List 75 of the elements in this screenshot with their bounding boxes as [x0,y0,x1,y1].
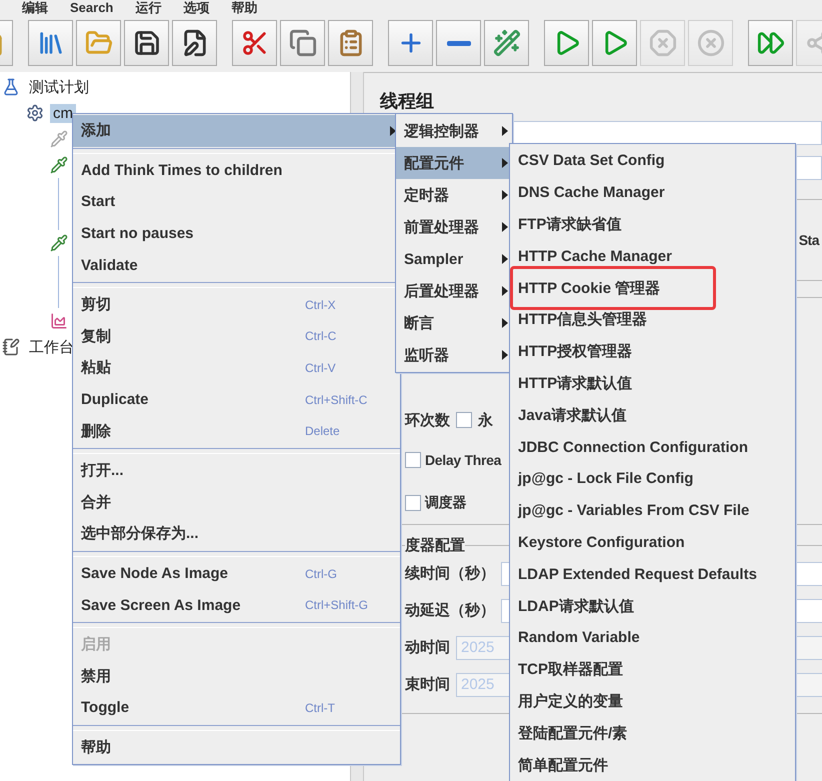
checkbox-label: 调度器 [425,494,466,512]
gear-icon [26,104,44,122]
fast-forward-icon [756,29,784,57]
tree-item[interactable]: 测试计划 [26,76,92,98]
menu-item[interactable]: JDBC Connection Configuration [510,431,795,463]
shortcut-text: Ctrl-V [305,360,336,375]
menu-item[interactable]: jp@gc - Variables From CSV File [510,494,795,527]
menu-item[interactable]: 选中部分保存为... [73,518,400,550]
toolbar-button[interactable] [172,20,217,66]
menu-item[interactable]: Save Screen As Image Ctrl+Shift-G [73,589,400,621]
cross-icon [696,29,724,57]
checkbox[interactable] [456,412,472,428]
pipette-icon [50,156,68,174]
checkbox-label: 永 [478,410,493,430]
menu-title[interactable]: 帮助 [231,0,258,16]
menu-item[interactable]: Save Node As Image Ctrl-G [73,558,400,590]
menu-title[interactable]: 选项 [183,0,210,16]
shortcut-text: Ctrl-T [305,700,335,715]
toolbar-button[interactable] [124,20,169,66]
menu-item[interactable]: HTTP授权管理器 [510,336,795,368]
chart-icon [50,312,68,330]
checkbox[interactable] [405,452,421,468]
menu-item[interactable]: CSV Data Set Config [510,145,795,177]
tree-item[interactable]: cm [50,104,76,122]
minus-icon [446,40,470,46]
shortcut-text: Ctrl+Shift-C [305,392,368,407]
field-label: 束时间 [405,675,450,694]
menu-item[interactable]: LDAP请求默认值 [510,590,795,622]
menu-item[interactable]: 帮助 [73,732,400,764]
menu-item[interactable]: Java请求默认值 [510,399,795,432]
menu-item[interactable]: TCP取样器配置 [510,654,795,686]
shortcut-text: Ctrl-X [305,298,336,312]
field-label: 动延迟（秒） [405,601,495,620]
shortcut-text: Ctrl-C [305,329,336,344]
stop-icon [648,29,676,57]
menu-item[interactable]: 简单配置元件 [510,749,795,781]
menu-item[interactable]: Toggle Ctrl-T [73,692,400,724]
menu-item[interactable]: 打开... [73,454,400,487]
field-label: 续时间（秒） [405,564,495,583]
menu-item[interactable]: 禁用 [73,660,400,692]
panel-title: 线程组 [380,90,435,113]
menu-item[interactable]: 用户定义的变量 [510,686,795,718]
shortcut-text: Ctrl-G [305,566,337,581]
shortcut-text: Ctrl+Shift-G [305,598,368,612]
menu-item[interactable]: FTP请求缺省值 [510,208,795,240]
scissors-icon [240,29,268,57]
checkbox[interactable] [405,494,421,510]
checkbox-label: Delay Threa [425,452,502,468]
menu-title[interactable]: Search [70,0,114,16]
menu-item[interactable]: 删除 Delete [73,415,400,447]
menu-item[interactable]: jp@gc - Lock File Config [510,462,795,495]
field-label: 环次数 [405,410,450,430]
menu-item[interactable]: 合并 [73,486,400,518]
flask-icon [2,78,20,96]
menu-item[interactable]: LDAP Extended Request Defaults [510,558,795,590]
menu-item[interactable]: Keystore Configuration [510,526,795,558]
menu-item[interactable]: Random Variable [510,622,795,654]
menu-item[interactable]: 登陆配置元件/素 [510,717,795,750]
radio-label: Sta [798,232,819,248]
copy-icon [288,29,316,57]
wand-icon [492,29,520,57]
menu-item[interactable]: 配置元件 [396,147,512,179]
pipette-icon [50,234,68,252]
notebook-icon [2,338,20,356]
submenu-arrow-icon [502,126,508,136]
field-label: 动时间 [405,638,450,657]
group-title: 度器配置 [405,536,465,555]
shortcut-text: Delete [305,424,340,438]
menu-item[interactable]: Duplicate Ctrl+Shift-C [73,384,400,416]
menu-title[interactable]: 编辑 [22,0,48,16]
menu-title[interactable]: 运行 [135,0,162,16]
pipette-icon [50,130,68,148]
menu-item[interactable]: DNS Cache Manager [510,176,795,209]
menu-item[interactable]: HTTP请求默认值 [510,368,795,400]
save-icon [132,29,160,57]
